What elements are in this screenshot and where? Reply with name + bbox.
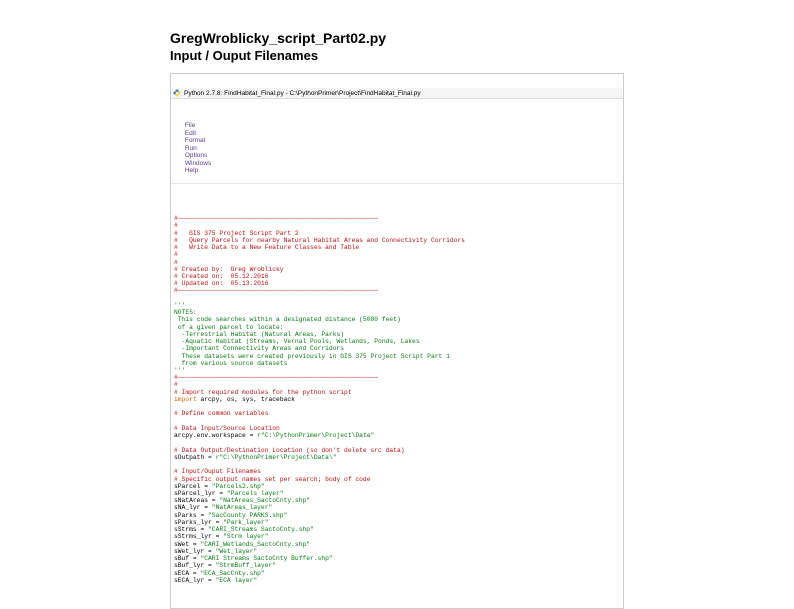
code-line: arcpy.env.workspace = r"C:\PythonPrimer\… xyxy=(174,432,374,439)
code-line: sStrms = "CARI_Streams SactoCnty.shp" xyxy=(174,526,314,533)
code-line: # Created on: 05.12.2016 xyxy=(174,273,268,280)
code-line: -Important Connectivity Areas and Corrid… xyxy=(174,345,344,352)
code-line: # xyxy=(174,251,178,258)
code-line: import arcpy, os, sys, traceback xyxy=(174,396,295,403)
code-line: # Specific output names set per search; … xyxy=(174,476,371,483)
code-line: of a given parcel to locate: xyxy=(174,324,284,331)
code-line: sECA_lyr = "ECA layer" xyxy=(174,577,257,584)
menu-file[interactable]: File xyxy=(185,122,195,129)
code-line: # GIS 375 Project Script Part 2 xyxy=(174,230,299,237)
menu-run[interactable]: Run xyxy=(185,145,197,152)
code-line: # Import required modules for the python… xyxy=(174,389,352,396)
code-line: #───────────────────────────────────────… xyxy=(174,287,378,294)
menu-edit[interactable]: Edit xyxy=(185,130,196,137)
code-line: # Write Data to a New Feature Classes an… xyxy=(174,244,359,251)
code-area[interactable]: #───────────────────────────────────────… xyxy=(171,206,623,593)
menu-help[interactable]: Help xyxy=(185,167,198,174)
code-line: ''' xyxy=(174,367,185,374)
code-line: sWet_lyr = "Wet_layer" xyxy=(174,548,257,555)
page-title-1: GregWroblicky_script_Part02.py xyxy=(170,30,624,46)
code-line: #───────────────────────────────────────… xyxy=(174,215,378,222)
code-line: sParcel_lyr = "Parcels layer" xyxy=(174,490,284,497)
code-line: from various source datasets xyxy=(174,360,287,367)
code-line: # xyxy=(174,222,178,229)
code-line: sWet = "CARI_Wetlands_SactoCnty.shp" xyxy=(174,541,310,548)
code-line: # xyxy=(174,381,178,388)
code-line: # Updated on: 05.13.2016 xyxy=(174,280,268,287)
python-icon xyxy=(173,89,181,97)
idle-editor-window: Python 2.7.8: FindHabitat_Final.py - C:\… xyxy=(170,73,624,609)
code-line: These datasets were created previously i… xyxy=(174,353,450,360)
window-titlebar: Python 2.7.8: FindHabitat_Final.py - C:\… xyxy=(171,88,623,99)
code-line: sBuf = "CARI Streams SactoCnty Buffer.sh… xyxy=(174,555,333,562)
code-line: #───────────────────────────────────────… xyxy=(174,374,378,381)
code-line: -Terrestrial Habitat (Natural Areas, Par… xyxy=(174,331,344,338)
code-line: -Aquatic Habitat (Streams, Vernal Pools,… xyxy=(174,338,420,345)
menu-options[interactable]: Options xyxy=(185,152,207,159)
code-line: sParks = "SacCounty PARKS.shp" xyxy=(174,512,287,519)
code-line: sNA_lyr = "NatAreas_layer" xyxy=(174,504,272,511)
code-line: # Created by: Greg Wroblicky xyxy=(174,266,284,273)
menu-windows[interactable]: Windows xyxy=(185,160,211,167)
code-line: # Data Output/Destination Location (so d… xyxy=(174,447,405,454)
menubar[interactable]: File Edit Format Run Options Windows Hel… xyxy=(171,114,623,184)
code-line: sECA = "ECA_SacCnty.shp" xyxy=(174,570,265,577)
code-line: # xyxy=(174,259,178,266)
window-title: Python 2.7.8: FindHabitat_Final.py - C:\… xyxy=(184,90,421,97)
menu-format[interactable]: Format xyxy=(185,137,206,144)
code-line: sStrms_lyr = "Strm layer" xyxy=(174,533,268,540)
code-line: # Define common variables xyxy=(174,410,268,417)
code-line: sBuf_lyr = "StrmBuff_layer" xyxy=(174,562,276,569)
code-line: sParcel = "Parcels2.shp" xyxy=(174,483,265,490)
code-line: sNatAreas = "NatAreas_SactoCnty.shp" xyxy=(174,497,310,504)
code-line: sParks_lyr = "Park_layer" xyxy=(174,519,268,526)
code-line: # Input/Ouput Filenames xyxy=(174,468,261,475)
code-line: This code searches within a designated d… xyxy=(174,316,401,323)
code-line: # Query Parcels for nearby Natural Habit… xyxy=(174,237,465,244)
code-line: NOTES: xyxy=(174,309,197,316)
code-line: sOutpath = r"C:\PythonPrimer\Project\Dat… xyxy=(174,454,337,461)
code-line: # Data Input/Source Location xyxy=(174,425,280,432)
code-line: ''' xyxy=(174,302,185,309)
page-title-2: Input / Ouput Filenames xyxy=(170,48,624,63)
